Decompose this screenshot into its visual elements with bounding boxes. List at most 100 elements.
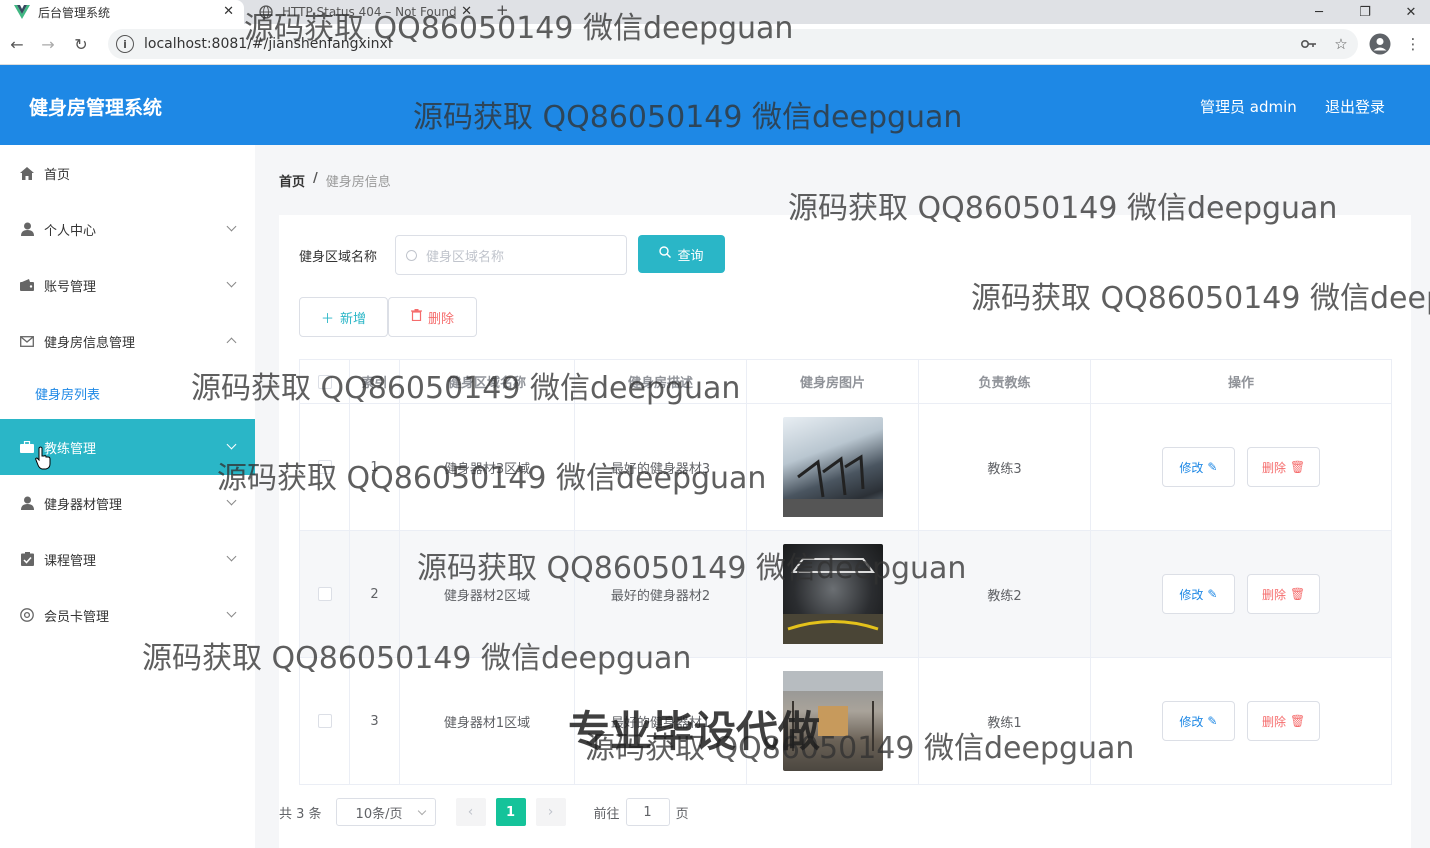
search-icon: [659, 246, 672, 262]
browser-tab-title: 后台管理系统: [38, 5, 111, 20]
batch-delete-label: 删除: [427, 311, 454, 327]
browser-tab-inactive[interactable]: HTTP Status 404 – Not Found ✕: [252, 0, 482, 24]
page-number-current[interactable]: 1: [495, 798, 526, 826]
mail-icon: [19, 333, 35, 349]
close-tab-icon[interactable]: ✕: [461, 4, 472, 19]
delete-button-label: 删除: [1261, 714, 1286, 729]
query-button[interactable]: 查询: [638, 235, 725, 273]
edit-button-label: 修改: [1179, 587, 1204, 602]
vue-logo-icon: [14, 5, 30, 19]
info-icon[interactable]: i: [116, 35, 134, 53]
total-count: 共 3 条: [279, 806, 322, 822]
select-all-checkbox[interactable]: [317, 374, 332, 389]
browser-tab-title-2: HTTP Status 404 – Not Found: [282, 5, 457, 19]
breadcrumb-current: 健身房信息: [325, 175, 391, 190]
cell-desc: 最好的健身器材2: [574, 530, 747, 658]
browser-tab-bar: 后台管理系统 ✕ HTTP Status 404 – Not Found ✕ +…: [0, 0, 1430, 24]
edit-button[interactable]: 修改 ✎: [1161, 574, 1235, 614]
delete-button[interactable]: 删除 🗑: [1247, 447, 1321, 487]
chevron-down-icon: [226, 551, 237, 562]
cell-area: 健身器材1区域: [399, 657, 575, 785]
gym-photo[interactable]: [782, 671, 883, 771]
star-icon[interactable]: ☆: [1330, 33, 1352, 55]
delete-button-label: 删除: [1261, 587, 1286, 602]
sidebar-item-accounts[interactable]: 账号管理: [0, 257, 255, 313]
cell-desc: 最好的健身器材1: [574, 657, 747, 785]
breadcrumb-separator: /: [313, 171, 318, 186]
goto-label: 前往: [593, 806, 620, 822]
close-window-icon[interactable]: ✕: [1388, 0, 1430, 24]
search-placeholder: 健身区域名称: [426, 249, 505, 265]
new-tab-icon[interactable]: +: [496, 1, 509, 19]
menu-dots-icon[interactable]: ⋮: [1402, 33, 1424, 55]
cell-index: 3: [349, 657, 400, 785]
prev-page-button[interactable]: ‹: [455, 798, 486, 826]
sidebar-item-equipment[interactable]: 健身器材管理: [0, 475, 255, 531]
goto-page-input[interactable]: 1: [625, 798, 670, 826]
breadcrumb-home[interactable]: 首页: [279, 171, 305, 190]
user-icon: [19, 221, 35, 237]
chevron-down-icon: [226, 221, 237, 232]
sidebar-item-membership[interactable]: 会员卡管理: [0, 587, 255, 643]
row-checkbox[interactable]: [317, 460, 332, 474]
sidebar-item-courses[interactable]: 课程管理: [0, 531, 255, 587]
app-title: 健身房管理系统: [29, 97, 163, 119]
app-header: 健身房管理系统 管理员 admin 退出登录: [0, 65, 1430, 145]
profile-icon[interactable]: [1369, 33, 1391, 55]
chevron-down-icon: [417, 806, 426, 816]
page-size-select[interactable]: 10条/页: [335, 798, 436, 826]
sidebar-item-label: 账号管理: [44, 279, 97, 295]
row-checkbox[interactable]: [317, 714, 332, 728]
sidebar-subitem-label: 健身房列表: [35, 387, 101, 403]
add-button-label: 新增: [340, 311, 367, 327]
sidebar-item-gym-info[interactable]: 健身房信息管理: [0, 313, 255, 369]
gym-photo[interactable]: [782, 417, 883, 517]
help-icon: [19, 607, 35, 623]
column-header: 索引: [349, 359, 400, 404]
add-button[interactable]: ＋ 新增: [299, 297, 388, 337]
next-page-button[interactable]: ›: [535, 798, 566, 826]
edit-button[interactable]: 修改 ✎: [1161, 701, 1235, 741]
sidebar-item-label: 健身房信息管理: [44, 335, 136, 351]
sidebar-subitem-gym-list[interactable]: 健身房列表: [0, 367, 255, 419]
row-checkbox[interactable]: [317, 587, 332, 601]
edit-button-label: 修改: [1179, 460, 1204, 475]
browser-tab-active[interactable]: 后台管理系统 ✕: [0, 0, 244, 24]
delete-button[interactable]: 删除 🗑: [1247, 574, 1321, 614]
search-input[interactable]: 健身区域名称: [395, 235, 627, 275]
gym-table: 索引 健身区域名称 健身房描述 健身房图片 负责教练 操作 1 健身器材3区域 …: [299, 359, 1392, 785]
forward-icon[interactable]: →: [37, 33, 59, 55]
wallet-icon: [19, 277, 35, 293]
key-icon[interactable]: [1298, 33, 1320, 55]
reload-icon[interactable]: ↻: [70, 33, 92, 55]
sidebar-item-home[interactable]: 首页: [0, 145, 255, 201]
cell-area: 健身器材3区域: [399, 403, 575, 531]
restore-icon[interactable]: ❐: [1342, 0, 1388, 24]
list-panel: 健身区域名称 健身区域名称 查询 ＋ 新增 删除 索引 健身区域名称 健身房描述…: [279, 215, 1411, 848]
url-field[interactable]: i localhost:8081/#/jianshenfangxinxi: [108, 29, 1358, 59]
delete-button[interactable]: 删除 🗑: [1247, 701, 1321, 741]
page-size-value: 10条/页: [355, 806, 403, 822]
batch-delete-button[interactable]: 删除: [388, 297, 477, 337]
query-button-label: 查询: [677, 248, 704, 264]
sidebar-item-label: 健身器材管理: [44, 497, 123, 513]
edit-icon: ✎: [1207, 714, 1218, 728]
url-text: localhost:8081/#/jianshenfangxinxi: [144, 36, 392, 52]
edit-button[interactable]: 修改 ✎: [1161, 447, 1235, 487]
chevron-down-icon: [226, 439, 237, 450]
minimize-icon[interactable]: ─: [1296, 0, 1342, 24]
suitcase-icon: [19, 439, 35, 455]
back-icon[interactable]: ←: [6, 33, 28, 55]
address-bar-row: ← → ↻ i localhost:8081/#/jianshenfangxin…: [0, 24, 1430, 65]
close-tab-icon[interactable]: ✕: [223, 4, 234, 19]
search-icon: [406, 249, 417, 261]
sidebar-item-profile[interactable]: 个人中心: [0, 201, 255, 257]
table-header-row: 索引 健身区域名称 健身房描述 健身房图片 负责教练 操作: [299, 359, 1392, 404]
gym-photo[interactable]: [782, 544, 883, 644]
select-all-cell[interactable]: [299, 359, 350, 404]
logout-link[interactable]: 退出登录: [1325, 96, 1385, 117]
user-icon: [19, 495, 35, 511]
breadcrumb: 首页 / 健身房信息: [279, 171, 391, 190]
checkbox-icon: [19, 551, 35, 567]
cell-coach: 教练3: [918, 403, 1091, 531]
